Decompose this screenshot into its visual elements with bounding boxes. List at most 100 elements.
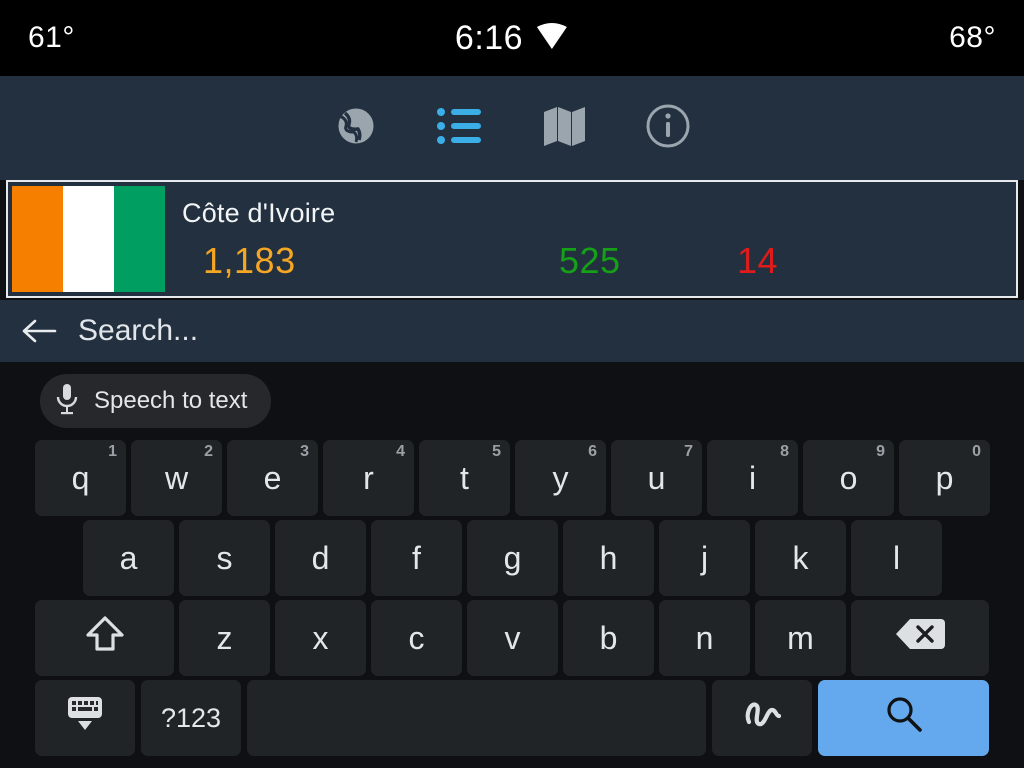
key-e[interactable]: e3 bbox=[227, 440, 318, 516]
app-root: 61° 6:16 68° Côte d'Ivoire 1,183 525 14 … bbox=[0, 0, 1024, 768]
key-a-label: a bbox=[119, 539, 138, 576]
key-backspace[interactable] bbox=[851, 600, 989, 676]
key-v-label: v bbox=[504, 619, 521, 656]
key-k-label: k bbox=[792, 539, 809, 576]
key-h[interactable]: h bbox=[563, 520, 654, 596]
stat-recovered: 525 bbox=[559, 240, 621, 281]
nav-tab-list[interactable] bbox=[434, 102, 486, 154]
shift-icon bbox=[83, 612, 127, 664]
key-t-label: t bbox=[460, 459, 469, 496]
hide-keyboard-icon bbox=[62, 694, 108, 742]
key-space[interactable] bbox=[247, 680, 706, 756]
key-symbols[interactable]: ?123 bbox=[141, 680, 241, 756]
key-z[interactable]: z bbox=[179, 600, 270, 676]
arrow-left-icon[interactable] bbox=[12, 303, 68, 359]
flag-band-orange bbox=[12, 186, 63, 292]
key-hide-keyboard[interactable] bbox=[35, 680, 135, 756]
status-center-group: 6:16 bbox=[455, 19, 569, 58]
stat-deaths: 14 bbox=[737, 240, 779, 281]
key-c[interactable]: c bbox=[371, 600, 462, 676]
key-g[interactable]: g bbox=[467, 520, 558, 596]
key-q-label: q bbox=[71, 459, 90, 496]
key-r-label: r bbox=[363, 459, 374, 496]
key-i-alt-label: 8 bbox=[780, 443, 789, 460]
key-i[interactable]: i8 bbox=[707, 440, 798, 516]
status-temperature-right: 68° bbox=[949, 21, 996, 54]
keyboard-row-3: z x c v b nm bbox=[0, 600, 1024, 676]
nav-row bbox=[0, 76, 1024, 180]
key-m[interactable]: m bbox=[755, 600, 846, 676]
key-r-alt-label: 4 bbox=[396, 443, 405, 460]
key-symbols-label: ?123 bbox=[160, 702, 222, 733]
key-o[interactable]: o9 bbox=[803, 440, 894, 516]
key-search-enter[interactable] bbox=[818, 680, 989, 756]
key-w[interactable]: w2 bbox=[131, 440, 222, 516]
key-u[interactable]: u7 bbox=[611, 440, 702, 516]
key-y-alt-label: 6 bbox=[588, 443, 597, 460]
key-u-alt-label: 7 bbox=[684, 443, 693, 460]
flag-band-white bbox=[63, 186, 114, 292]
key-h-label: h bbox=[599, 539, 618, 576]
key-i-label: i bbox=[748, 459, 757, 496]
key-l[interactable]: l bbox=[851, 520, 942, 596]
key-e-label: e bbox=[263, 459, 282, 496]
key-f[interactable]: f bbox=[371, 520, 462, 596]
key-o-label: o bbox=[839, 459, 858, 496]
search-icon bbox=[883, 693, 925, 743]
key-q[interactable]: q1 bbox=[35, 440, 126, 516]
key-v[interactable]: v bbox=[467, 600, 558, 676]
microphone-icon bbox=[54, 382, 80, 421]
key-s[interactable]: s bbox=[179, 520, 270, 596]
key-n[interactable]: n bbox=[659, 600, 750, 676]
key-b-label: b bbox=[599, 619, 618, 656]
key-shift[interactable] bbox=[35, 600, 174, 676]
keyboard-row-1: q1w2e3r4t5y6u7i8o9p0 bbox=[0, 440, 1024, 516]
key-e-alt-label: 3 bbox=[300, 443, 309, 460]
map-icon bbox=[540, 104, 588, 153]
country-flag bbox=[12, 186, 165, 292]
key-r[interactable]: r4 bbox=[323, 440, 414, 516]
keyboard-suggestion-row: Speech to text bbox=[0, 362, 1024, 440]
country-card[interactable]: Côte d'Ivoire 1,183 525 14 bbox=[6, 180, 1018, 298]
key-g-label: g bbox=[503, 539, 522, 576]
key-handwriting[interactable] bbox=[712, 680, 812, 756]
key-m-label: m bbox=[787, 619, 814, 656]
key-j-label: j bbox=[700, 539, 709, 576]
key-b[interactable]: b bbox=[563, 600, 654, 676]
country-name: Côte d'Ivoire bbox=[182, 198, 336, 228]
key-x-label: x bbox=[312, 619, 329, 656]
stat-cases: 1,183 bbox=[203, 240, 296, 281]
key-u-label: u bbox=[647, 459, 666, 496]
key-d[interactable]: d bbox=[275, 520, 366, 596]
key-p[interactable]: p0 bbox=[899, 440, 990, 516]
status-temperature-left: 61° bbox=[28, 21, 75, 54]
wifi-icon bbox=[535, 21, 569, 56]
nav-tab-info[interactable] bbox=[642, 102, 694, 154]
key-l-label: l bbox=[892, 539, 901, 576]
key-x[interactable]: x bbox=[275, 600, 366, 676]
key-w-label: w bbox=[164, 459, 189, 496]
key-s-label: s bbox=[216, 539, 233, 576]
backspace-icon bbox=[894, 615, 946, 661]
search-input[interactable] bbox=[78, 314, 1008, 348]
key-k[interactable]: k bbox=[755, 520, 846, 596]
key-o-alt-label: 9 bbox=[876, 443, 885, 460]
key-y[interactable]: y6 bbox=[515, 440, 606, 516]
globe-icon bbox=[332, 102, 380, 155]
keyboard: Speech to text q1w2e3r4t5y6u7i8o9p0 asdf… bbox=[0, 362, 1024, 768]
key-q-alt-label: 1 bbox=[108, 443, 117, 460]
nav-tab-globe[interactable] bbox=[330, 102, 382, 154]
key-t[interactable]: t5 bbox=[419, 440, 510, 516]
status-bar: 61° 6:16 68° bbox=[0, 0, 1024, 76]
speech-to-text-button[interactable]: Speech to text bbox=[40, 374, 272, 428]
key-j[interactable]: j bbox=[659, 520, 750, 596]
nav-tab-map[interactable] bbox=[538, 102, 590, 154]
flag-band-green bbox=[113, 186, 165, 292]
key-w-alt-label: 2 bbox=[204, 443, 213, 460]
key-p-label: p bbox=[935, 459, 954, 496]
key-f-label: f bbox=[412, 539, 421, 576]
nav-header bbox=[0, 76, 1024, 180]
key-a[interactable]: a bbox=[83, 520, 174, 596]
key-y-label: y bbox=[552, 459, 569, 496]
key-z-label: z bbox=[216, 619, 233, 656]
